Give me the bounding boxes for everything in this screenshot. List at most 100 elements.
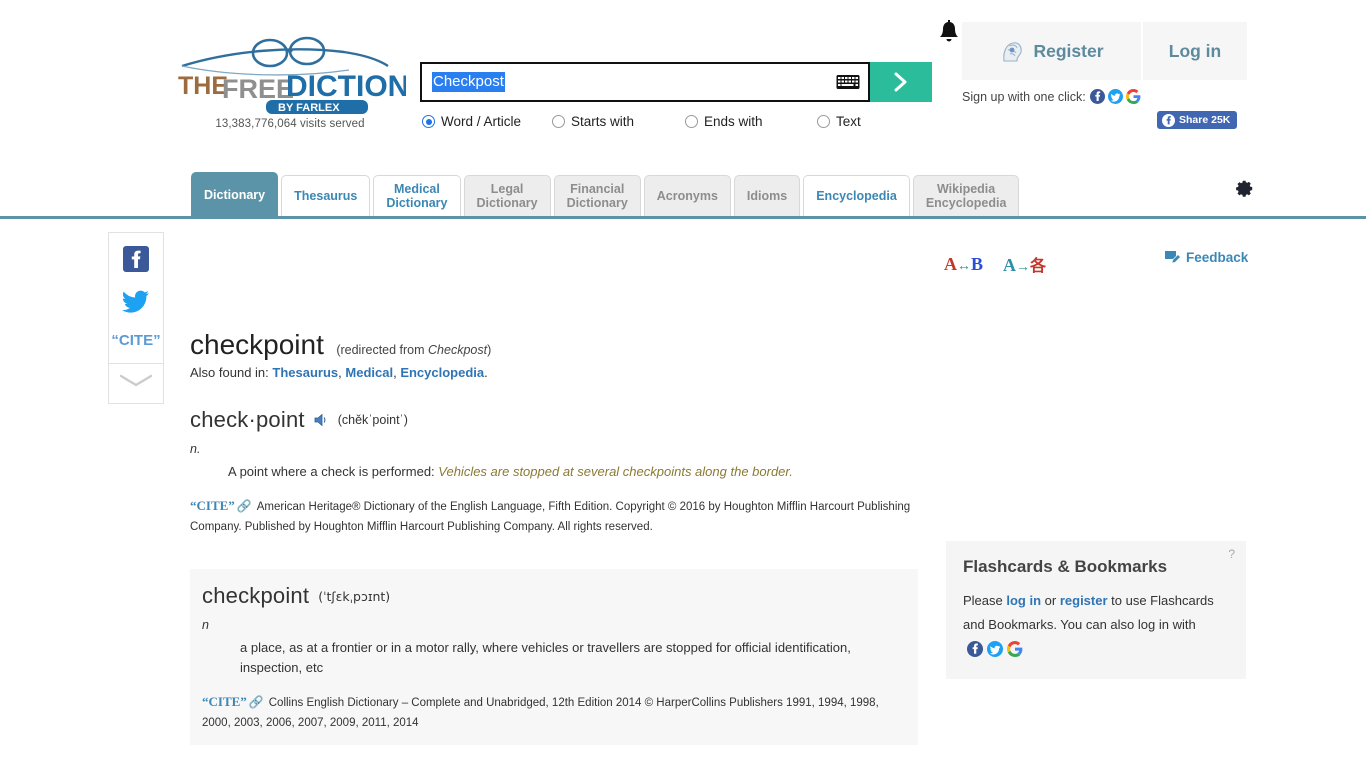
redirect-suffix: ) bbox=[487, 343, 492, 357]
flashcards-login-link[interactable]: log in bbox=[1006, 593, 1041, 608]
entry-head: checkpoint (ˈtʃɛkˌpɔɪnt) bbox=[202, 583, 906, 609]
tab-idioms[interactable]: Idioms bbox=[733, 175, 801, 216]
site-logo[interactable]: THE FREE DICTIONARY BY FARLEX 13,383,776… bbox=[174, 32, 406, 130]
entry-part-of-speech: n. bbox=[190, 442, 201, 456]
radio-text-dot bbox=[817, 115, 830, 128]
radio-word-article-label: Word / Article bbox=[441, 114, 522, 129]
chevron-right-icon bbox=[894, 72, 907, 92]
svg-text:DICTIONARY: DICTIONARY bbox=[286, 70, 406, 103]
google-icon[interactable] bbox=[1007, 641, 1023, 657]
flashcards-register-link[interactable]: register bbox=[1060, 593, 1108, 608]
svg-text:BY FARLEX: BY FARLEX bbox=[278, 102, 340, 114]
tab-financial-dictionary[interactable]: Financial Dictionary bbox=[553, 175, 641, 216]
also-found-in: Also found in: Thesaurus, Medical, Encyc… bbox=[190, 365, 488, 380]
login-label: Log in bbox=[1168, 40, 1222, 61]
twitter-icon[interactable] bbox=[1107, 89, 1123, 104]
facebook-share-label: Share 25K bbox=[1179, 114, 1231, 126]
entry-pronunciation: (ˈtʃɛkˌpɔɪnt) bbox=[318, 588, 391, 604]
chevron-down-icon bbox=[119, 374, 153, 387]
radio-starts-with-dot bbox=[552, 115, 565, 128]
radio-ends-with[interactable]: Ends with bbox=[685, 114, 795, 129]
speaker-icon[interactable] bbox=[314, 413, 329, 427]
search-input[interactable]: Checkpost bbox=[420, 62, 870, 102]
translation-tools: A↔B A→各 bbox=[944, 252, 1046, 276]
tab-medical-dictionary[interactable]: Medical Dictionary bbox=[373, 175, 461, 216]
entry-collins: checkpoint (ˈtʃɛkˌpɔɪnt) n a place, as a… bbox=[190, 569, 918, 745]
register-button[interactable]: Register bbox=[962, 22, 1143, 80]
login-button[interactable]: Log in bbox=[1143, 22, 1247, 80]
rail-twitter-button[interactable] bbox=[109, 290, 163, 314]
facebook-share-button[interactable]: Share 25K bbox=[1157, 111, 1238, 129]
signup-one-click: Sign up with one click: bbox=[962, 89, 1141, 104]
radio-text[interactable]: Text bbox=[817, 114, 861, 129]
tab-encyclopedia[interactable]: Encyclopedia bbox=[803, 175, 910, 216]
translate-two-way-icon[interactable]: A↔B bbox=[944, 254, 983, 275]
feedback-button[interactable]: Feedback bbox=[1164, 249, 1248, 265]
feedback-label: Feedback bbox=[1186, 249, 1249, 265]
flashcards-title: Flashcards & Bookmarks bbox=[963, 557, 1168, 576]
also-found-link-thesaurus[interactable]: Thesaurus bbox=[272, 365, 338, 380]
rail-cite-button[interactable]: “CITE” bbox=[109, 332, 163, 349]
logo-graphic: THE FREE DICTIONARY BY FARLEX bbox=[178, 36, 406, 114]
gear-icon[interactable] bbox=[1235, 179, 1254, 203]
svg-text:FREE: FREE bbox=[222, 74, 294, 104]
flashcards-text-2: or bbox=[1041, 593, 1060, 608]
search-area: Checkpost bbox=[420, 62, 932, 102]
facebook-icon bbox=[123, 246, 149, 272]
entry-citation: “CITE” 🔗 American Heritage® Dictionary of … bbox=[190, 496, 918, 537]
also-found-label: Also found in: bbox=[190, 365, 269, 380]
entry-definition: A point where a check is performed: Vehi… bbox=[228, 462, 918, 482]
radio-word-article-dot bbox=[422, 115, 435, 128]
also-found-end: . bbox=[484, 365, 488, 380]
entry-definition: a place, as at a frontier or in a motor … bbox=[240, 640, 851, 675]
tab-legal-dictionary[interactable]: Legal Dictionary bbox=[463, 175, 551, 216]
also-found-link-encyclopedia[interactable]: Encyclopedia bbox=[400, 365, 484, 380]
search-scope-options: Word / Article Starts with Ends with Tex… bbox=[422, 114, 861, 129]
notification-bell-icon[interactable] bbox=[937, 20, 961, 51]
entry-pronunciation: (chěkˈpointˈ) bbox=[337, 413, 408, 427]
signup-prompt-label: Sign up with one click: bbox=[962, 89, 1086, 104]
radio-word-article[interactable]: Word / Article bbox=[422, 114, 530, 129]
radio-starts-with[interactable]: Starts with bbox=[552, 114, 663, 129]
tab-wikipedia-encyclopedia[interactable]: Wikipedia Encyclopedia bbox=[912, 175, 1020, 216]
google-icon[interactable] bbox=[1125, 89, 1141, 104]
cite-tag[interactable]: “CITE” bbox=[190, 498, 235, 513]
search-submit-button[interactable] bbox=[870, 62, 932, 102]
search-input-value: Checkpost bbox=[432, 72, 505, 92]
facebook-icon[interactable] bbox=[967, 641, 983, 657]
entry-headword: checkpoint bbox=[202, 583, 310, 608]
redirect-note: (redirected from Checkpost) bbox=[336, 343, 491, 357]
flashcards-card: ? Flashcards & Bookmarks Please log in o… bbox=[946, 541, 1246, 679]
help-icon[interactable]: ? bbox=[1228, 547, 1235, 561]
register-label: Register bbox=[1033, 40, 1104, 61]
entry-head: check·point (chěkˈpointˈ) bbox=[190, 407, 918, 433]
page-title: checkpoint bbox=[190, 329, 324, 360]
tab-dictionary[interactable]: Dictionary bbox=[191, 172, 279, 216]
cite-tag[interactable]: “CITE” bbox=[202, 694, 247, 709]
redirect-prefix: (redirected from bbox=[336, 343, 429, 357]
section-nav: Dictionary Thesaurus Medical Dictionary … bbox=[0, 165, 1366, 219]
tab-thesaurus[interactable]: Thesaurus bbox=[281, 175, 371, 216]
flashcards-text-1: Please bbox=[963, 593, 1007, 608]
entry-american-heritage: check·point (chěkˈpointˈ) n. A point whe… bbox=[190, 407, 918, 537]
svg-text:THE: THE bbox=[178, 72, 228, 100]
facebook-icon[interactable] bbox=[1089, 89, 1105, 104]
site-header: THE FREE DICTIONARY BY FARLEX 13,383,776… bbox=[0, 0, 1366, 165]
also-found-link-medical[interactable]: Medical bbox=[345, 365, 393, 380]
chain-link-icon[interactable]: 🔗 bbox=[237, 499, 252, 513]
rail-expand-button[interactable] bbox=[109, 363, 163, 403]
cite-text: American Heritage® Dictionary of the Eng… bbox=[190, 501, 911, 533]
tab-acronyms[interactable]: Acronyms bbox=[643, 175, 731, 216]
rail-facebook-button[interactable] bbox=[109, 246, 163, 272]
article-title-row: checkpoint (redirected from Checkpost) bbox=[190, 329, 918, 361]
keyboard-icon[interactable] bbox=[836, 75, 860, 90]
translate-to-chinese-icon[interactable]: A→各 bbox=[1003, 252, 1046, 276]
definition-text: A point where a check is performed: bbox=[228, 464, 439, 479]
dictionary-tabs: Dictionary Thesaurus Medical Dictionary … bbox=[191, 165, 1022, 216]
social-rail: “CITE” bbox=[108, 232, 164, 404]
definition-example: Vehicles are stopped at several checkpoi… bbox=[438, 464, 793, 479]
entry-headword: check·point bbox=[190, 407, 305, 432]
account-buttons: Register Log in bbox=[962, 22, 1247, 80]
twitter-icon[interactable] bbox=[987, 641, 1003, 657]
chain-link-icon[interactable]: 🔗 bbox=[249, 695, 264, 709]
